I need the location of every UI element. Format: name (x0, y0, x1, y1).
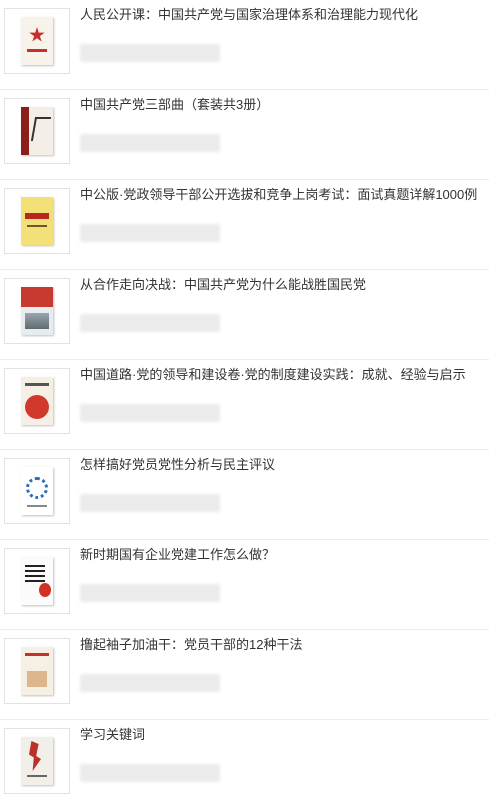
list-item[interactable]: 中国共产党三部曲（套装共3册） (0, 90, 489, 180)
price-placeholder (80, 134, 220, 152)
book-title[interactable]: 怎样搞好党员党性分析与民主评议 (80, 456, 485, 474)
book-title[interactable]: 中公版·党政领导干部公开选拔和竞争上岗考试：面试真题详解1000例 (80, 186, 485, 204)
book-title[interactable]: 从合作走向决战：中国共产党为什么能战胜国民党 (80, 276, 485, 294)
book-title[interactable]: 中国道路·党的领导和建设卷·党的制度建设实践：成就、经验与启示 (80, 366, 485, 384)
book-thumbnail[interactable] (4, 728, 70, 794)
book-title[interactable]: 中国共产党三部曲（套装共3册） (80, 96, 485, 114)
book-thumbnail[interactable] (4, 548, 70, 614)
book-thumbnail[interactable] (4, 278, 70, 344)
price-placeholder (80, 224, 220, 242)
list-item[interactable]: 学习关键词 (0, 720, 489, 810)
list-item[interactable]: 怎样搞好党员党性分析与民主评议 (0, 450, 489, 540)
price-placeholder (80, 764, 220, 782)
book-thumbnail[interactable] (4, 98, 70, 164)
book-cover-icon (21, 17, 53, 65)
price-placeholder (80, 494, 220, 512)
book-title[interactable]: 新时期国有企业党建工作怎么做？ (80, 546, 485, 564)
price-placeholder (80, 44, 220, 62)
book-cover-icon (21, 467, 53, 515)
list-item[interactable]: 人民公开课：中国共产党与国家治理体系和治理能力现代化 (0, 0, 489, 90)
book-thumbnail[interactable] (4, 188, 70, 254)
book-thumbnail[interactable] (4, 638, 70, 704)
book-cover-icon (21, 647, 53, 695)
book-cover-icon (21, 737, 53, 785)
price-placeholder (80, 314, 220, 332)
book-cover-icon (21, 287, 53, 335)
price-placeholder (80, 584, 220, 602)
book-cover-icon (21, 107, 53, 155)
list-item[interactable]: 新时期国有企业党建工作怎么做？ (0, 540, 489, 630)
list-item[interactable]: 中公版·党政领导干部公开选拔和竞争上岗考试：面试真题详解1000例 (0, 180, 489, 270)
list-item[interactable]: 从合作走向决战：中国共产党为什么能战胜国民党 (0, 270, 489, 360)
list-item[interactable]: 撸起袖子加油干：党员干部的12种干法 (0, 630, 489, 720)
book-title[interactable]: 人民公开课：中国共产党与国家治理体系和治理能力现代化 (80, 6, 485, 24)
book-cover-icon (21, 197, 53, 245)
book-list: 人民公开课：中国共产党与国家治理体系和治理能力现代化 中国共产党三部曲（套装共3… (0, 0, 489, 810)
book-thumbnail[interactable] (4, 368, 70, 434)
book-cover-icon (21, 557, 53, 605)
price-placeholder (80, 404, 220, 422)
book-cover-icon (21, 377, 53, 425)
book-thumbnail[interactable] (4, 8, 70, 74)
list-item[interactable]: 中国道路·党的领导和建设卷·党的制度建设实践：成就、经验与启示 (0, 360, 489, 450)
book-title[interactable]: 学习关键词 (80, 726, 485, 744)
book-title[interactable]: 撸起袖子加油干：党员干部的12种干法 (80, 636, 485, 654)
book-thumbnail[interactable] (4, 458, 70, 524)
price-placeholder (80, 674, 220, 692)
